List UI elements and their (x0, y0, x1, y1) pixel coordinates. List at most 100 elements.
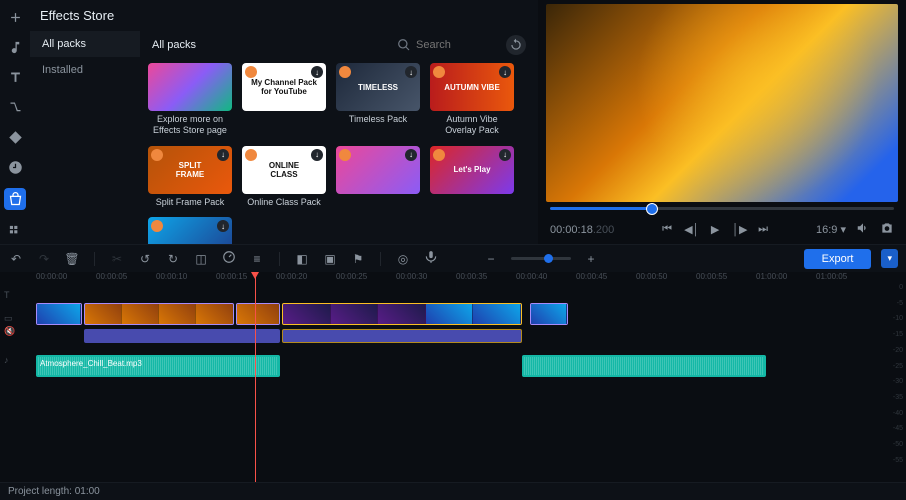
color-icon[interactable]: ◧ (294, 252, 310, 266)
zoom-in-icon[interactable]: + (583, 252, 599, 266)
pack-label: Timeless Pack (349, 114, 407, 125)
download-icon[interactable]: ↓ (499, 66, 511, 78)
more-icon[interactable] (6, 222, 24, 240)
preview-scrubber[interactable] (546, 202, 898, 214)
timeline-toolbar: ↶ ↷ 🗑 ✂ ↺ ↻ ◫ ≡ ◧ ▣ ⚑ ◎ − + Export ▾ (0, 244, 906, 272)
pack-item[interactable]: ↓ (336, 146, 420, 208)
pack-item[interactable]: AUTUMN VIBE↓Autumn Vibe Overlay Pack (430, 63, 514, 136)
download-icon[interactable]: ↓ (405, 149, 417, 161)
rotate-left-icon[interactable]: ↺ (137, 252, 153, 266)
effects-store-panel: Effects Store All packs Installed All pa… (30, 0, 538, 244)
add-icon[interactable] (6, 8, 24, 26)
overlay-icon[interactable]: ▣ (322, 252, 338, 266)
linked-audio-clip-selected[interactable] (282, 329, 522, 343)
ruler-tick: 00:00:35 (456, 272, 516, 288)
track-text-icon[interactable]: T (4, 290, 32, 300)
ruler-tick: 01:00:00 (756, 272, 816, 288)
mic-icon[interactable] (423, 250, 439, 267)
audio-clip[interactable] (522, 355, 766, 377)
ruler-tick: 00:00:45 (576, 272, 636, 288)
premium-badge-icon (433, 149, 445, 161)
video-clip[interactable] (236, 303, 280, 325)
video-clip-selected[interactable] (282, 303, 522, 325)
download-icon[interactable]: ↓ (499, 149, 511, 161)
aspect-ratio-select[interactable]: 16:9 ▾ (816, 223, 846, 236)
left-rail (0, 0, 30, 244)
sticker-icon[interactable] (6, 128, 24, 146)
download-icon[interactable]: ↓ (311, 66, 323, 78)
track-video-icon[interactable]: ▭ (4, 313, 32, 324)
ruler-tick: 00:00:15 (216, 272, 276, 288)
tab-all-packs[interactable]: All packs (30, 31, 140, 57)
pack-item[interactable]: Explore more on Effects Store page (148, 63, 232, 136)
ruler-tick: 00:00:50 (636, 272, 696, 288)
video-clip[interactable] (36, 303, 82, 325)
pack-item[interactable]: Let's Play↓ (430, 146, 514, 208)
audio-clip[interactable]: Atmosphere_Chill_Beat.mp3 (36, 355, 280, 377)
cut-icon[interactable]: ✂ (109, 252, 125, 266)
video-clip[interactable] (84, 303, 234, 325)
pack-label: Explore more on Effects Store page (148, 114, 232, 136)
pack-item[interactable]: SPLITFRAME↓Split Frame Pack (148, 146, 232, 208)
export-dropdown[interactable]: ▾ (881, 249, 898, 268)
playhead[interactable] (255, 272, 256, 482)
zoom-slider[interactable] (511, 257, 571, 260)
volume-icon[interactable] (856, 221, 870, 238)
clock-icon[interactable] (6, 158, 24, 176)
ruler-tick: 00:00:40 (516, 272, 576, 288)
record-icon[interactable]: ◎ (395, 252, 411, 266)
preview-panel: 00:00:18.200 ⏮ ◀│ ▶ │▶ ⏭ 16:9 ▾ (538, 0, 906, 244)
tab-installed[interactable]: Installed (30, 57, 140, 83)
undo-icon[interactable]: ↶ (8, 252, 24, 266)
search-box[interactable] (397, 38, 496, 52)
speed-icon[interactable] (221, 250, 237, 267)
premium-badge-icon (245, 149, 257, 161)
effects-store-icon[interactable] (4, 188, 26, 210)
snapshot-icon[interactable] (880, 221, 894, 238)
download-icon[interactable]: ↓ (311, 149, 323, 161)
download-icon[interactable]: ↓ (217, 220, 229, 232)
skip-end-icon[interactable]: ⏭ (756, 223, 770, 236)
timeline-ruler[interactable]: 00:00:0000:00:0500:00:1000:00:1500:00:20… (0, 272, 906, 288)
transition-icon[interactable] (6, 98, 24, 116)
crop-icon[interactable]: ◫ (193, 252, 209, 266)
pack-item[interactable]: ↓ (148, 217, 232, 244)
step-back-icon[interactable]: ◀│ (684, 223, 698, 236)
track-audio-icon[interactable]: ♪ (4, 355, 32, 365)
premium-badge-icon (151, 220, 163, 232)
step-fwd-icon[interactable]: │▶ (732, 223, 746, 236)
rotate-right-icon[interactable]: ↻ (165, 252, 181, 266)
download-icon[interactable]: ↓ (405, 66, 417, 78)
download-icon[interactable]: ↓ (217, 149, 229, 161)
text-icon[interactable] (6, 68, 24, 86)
play-icon[interactable]: ▶ (708, 223, 722, 236)
marker-icon[interactable]: ⚑ (350, 252, 366, 266)
store-main-title: All packs (152, 39, 196, 51)
pack-item[interactable]: TIMELESS↓Timeless Pack (336, 63, 420, 136)
linked-audio-clip[interactable] (84, 329, 280, 343)
refresh-button[interactable] (506, 35, 526, 55)
zoom-out-icon[interactable]: − (483, 252, 499, 266)
premium-badge-icon (339, 66, 351, 78)
properties-icon[interactable]: ≡ (249, 252, 265, 266)
audio-track[interactable]: Atmosphere_Chill_Beat.mp3 (36, 354, 906, 378)
music-icon[interactable] (6, 38, 24, 56)
video-clip[interactable] (530, 303, 568, 325)
linked-audio-track[interactable] (36, 328, 906, 344)
skip-start-icon[interactable]: ⏮ (660, 223, 674, 236)
video-track[interactable] (36, 302, 906, 326)
ruler-tick: 00:00:30 (396, 272, 456, 288)
pack-label: Autumn Vibe Overlay Pack (430, 114, 514, 136)
preview-timecode: 00:00:18.200 (550, 223, 614, 236)
preview-video[interactable] (546, 4, 898, 202)
delete-icon[interactable]: 🗑 (64, 252, 80, 266)
export-button[interactable]: Export (804, 249, 872, 269)
premium-badge-icon (339, 149, 351, 161)
search-input[interactable] (416, 39, 496, 51)
redo-icon[interactable]: ↷ (36, 252, 52, 266)
pack-item[interactable]: ONLINECLASS↓Online Class Pack (242, 146, 326, 208)
pack-item[interactable]: My Channel Packfor YouTube↓ (242, 63, 326, 136)
timeline: 00:00:0000:00:0500:00:1000:00:1500:00:20… (0, 272, 906, 482)
track-mute-icon[interactable]: 🔇 (4, 326, 32, 337)
panel-title: Effects Store (30, 0, 538, 31)
